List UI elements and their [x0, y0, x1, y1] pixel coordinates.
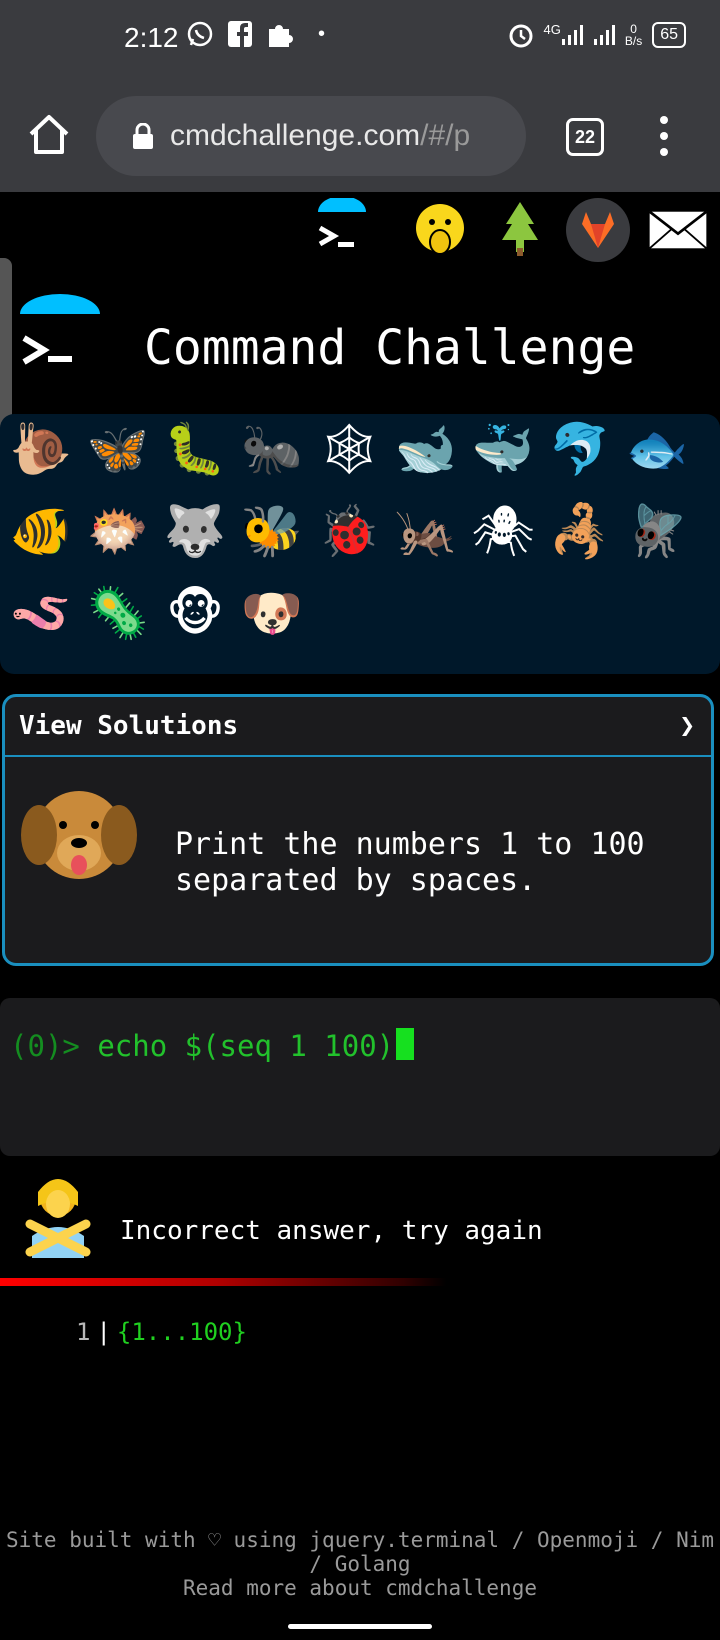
home-icon[interactable] — [26, 112, 72, 158]
snail-icon[interactable]: 🐌 — [6, 414, 76, 484]
prompt-close: )> — [44, 1029, 98, 1063]
output-line-number: 1 — [76, 1318, 91, 1346]
battery-indicator: 65 — [652, 22, 686, 48]
prompt-exit-code: 0 — [27, 1029, 45, 1063]
microbe-icon[interactable]: 🦠 — [83, 578, 153, 648]
mail-icon[interactable] — [646, 198, 710, 262]
status-bar: 2:12 • 4G 0 B/s 65 — [0, 0, 720, 82]
address-bar[interactable]: cmdchallenge.com/#/p — [96, 96, 526, 176]
footer-credits-continued[interactable]: / Golang — [0, 1552, 720, 1576]
url-text: cmdchallenge.com/#/p — [170, 119, 470, 153]
top-nav — [0, 194, 720, 266]
bee-icon[interactable]: 🐝 — [237, 496, 307, 566]
spouting-whale-icon[interactable]: 🐳 — [468, 414, 538, 484]
challenge-description: Print the numbers 1 to 100 separated by … — [175, 827, 645, 898]
puzzle-icon — [269, 25, 293, 47]
dolphin-icon[interactable]: 🐬 — [545, 414, 615, 484]
spider-icon[interactable]: 🕷 — [468, 496, 538, 566]
notification-icons: • — [186, 20, 325, 48]
command-text: echo $(seq 1 100) — [97, 1029, 395, 1063]
facebook-icon — [228, 21, 252, 47]
result-message: Incorrect answer, try again — [120, 1216, 543, 1246]
view-solutions-header[interactable]: View Solutions ❯ — [5, 697, 711, 757]
menu-dot — [660, 116, 668, 124]
result-row: Incorrect answer, try again — [0, 1172, 720, 1262]
menu-dot — [660, 148, 668, 156]
more-dot-icon: • — [318, 22, 326, 45]
browser-menu-button[interactable] — [652, 116, 676, 156]
lock-icon — [133, 123, 153, 149]
tropical-fish-icon[interactable]: 🐠 — [6, 496, 76, 566]
chevron-right-icon[interactable]: ❯ — [679, 711, 695, 741]
footer: Site built with ♡ using jquery.terminal … — [0, 1528, 720, 1600]
fly-icon[interactable]: 🪰 — [622, 496, 692, 566]
challenge-card: View Solutions ❯ Print the numbers 1 to … — [2, 694, 714, 966]
system-icons: 4G 0 B/s 65 — [508, 22, 686, 48]
tab-switcher-button[interactable]: 22 — [566, 118, 604, 156]
monkey-icon[interactable]: 🐵 — [160, 578, 230, 648]
ladybug-icon[interactable]: 🐞 — [314, 496, 384, 566]
network-type: 4G — [543, 21, 561, 37]
terminal[interactable]: (0)> echo $(seq 1 100) — [0, 998, 720, 1156]
terminal-cursor — [396, 1028, 415, 1060]
worm-icon[interactable]: 🪱 — [6, 578, 76, 648]
logo-icon[interactable] — [20, 294, 100, 374]
tree-icon[interactable] — [488, 198, 552, 262]
url-path: /#/p — [420, 119, 471, 152]
whale-icon[interactable]: 🐋 — [391, 414, 461, 484]
signal-icon-1 — [561, 25, 583, 45]
status-time: 2:12 — [124, 22, 179, 53]
terminal-input-line[interactable]: (0)> echo $(seq 1 100) — [10, 1028, 415, 1063]
output-value: {1...100} — [116, 1318, 247, 1346]
dog-icon — [21, 791, 137, 879]
data-speed: 0 B/s — [624, 22, 643, 48]
gesture-bar[interactable] — [288, 1624, 432, 1629]
spider-web-icon[interactable]: 🕸 — [314, 414, 384, 484]
footer-credits[interactable]: Site built with ♡ using jquery.terminal … — [0, 1528, 720, 1552]
menu-dot — [660, 132, 668, 140]
page-title: Command Challenge — [144, 320, 636, 376]
whatsapp-icon — [187, 21, 213, 47]
output-separator: | — [96, 1318, 111, 1346]
gitlab-icon[interactable] — [566, 198, 630, 262]
cricket-icon[interactable]: 🦗 — [391, 496, 461, 566]
ant-icon[interactable]: 🐜 — [237, 414, 307, 484]
output-line: 1 | {1...100} — [76, 1318, 247, 1346]
signal-icon-2 — [593, 25, 615, 45]
view-solutions-label: View Solutions — [19, 711, 239, 741]
url-domain: cmdchallenge.com — [170, 119, 421, 152]
blowfish-icon[interactable]: 🐡 — [83, 496, 153, 566]
site-header: Command Challenge — [0, 290, 720, 390]
prompt-open: ( — [10, 1029, 28, 1063]
scorpion-icon[interactable]: 🦂 — [545, 496, 615, 566]
person-gesturing-no-icon — [25, 1179, 91, 1258]
caterpillar-icon[interactable]: 🐛 — [160, 414, 230, 484]
alarm-icon — [509, 24, 533, 48]
terminal-icon[interactable] — [310, 198, 374, 262]
butterfly-icon[interactable]: 🦋 — [83, 414, 153, 484]
browser-toolbar: cmdchallenge.com/#/p 22 — [0, 82, 720, 192]
dog-icon[interactable]: 🐶 — [237, 578, 307, 648]
fish-icon[interactable]: 🐟 — [622, 414, 692, 484]
error-bar — [0, 1278, 720, 1286]
challenge-progress-panel: 🐌 🦋 🐛 🐜 🕸 🐋 🐳 🐬 🐟 🐠 🐡 🐺 🐝 🐞 🦗 🕷 🦂 🪰 🪱 🦠 🐵 🐶 — [0, 414, 720, 674]
read-more-link[interactable]: Read more about cmdchallenge — [0, 1576, 720, 1600]
shush-face-icon[interactable] — [408, 198, 472, 262]
wolf-icon[interactable]: 🐺 — [160, 496, 230, 566]
challenge-body: Print the numbers 1 to 100 separated by … — [5, 757, 711, 963]
